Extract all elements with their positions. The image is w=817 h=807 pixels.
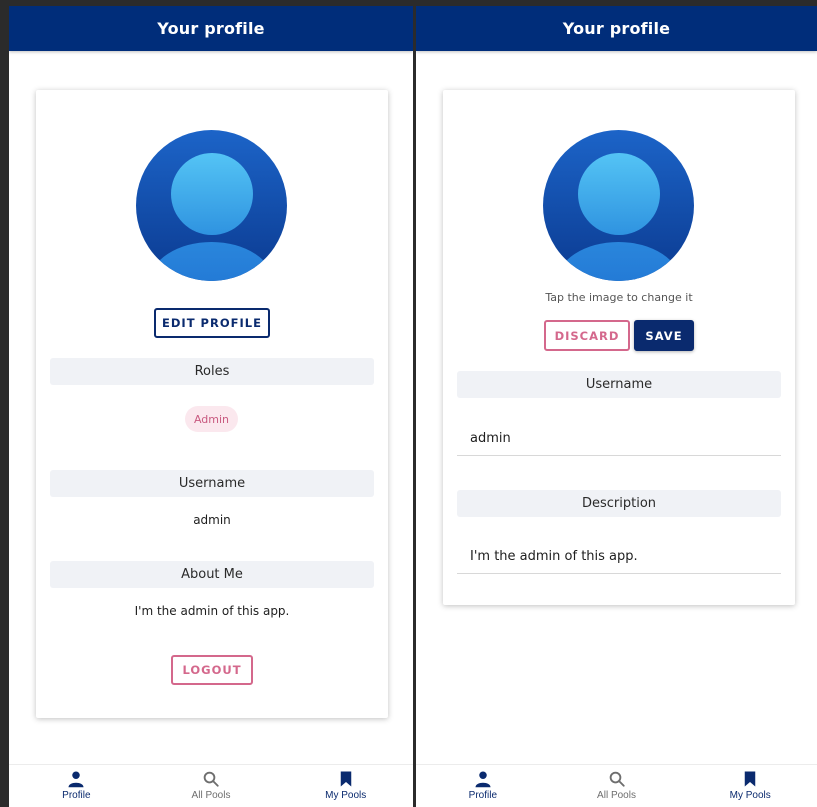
username-value: admin <box>193 513 231 527</box>
profile-card: EDIT PROFILE Roles Admin Username admin … <box>36 90 388 718</box>
avatar <box>136 130 287 281</box>
avatar-head <box>171 153 253 235</box>
app-header: Your profile <box>416 6 817 51</box>
edit-profile-card: Tap the image to change it DISCARD SAVE … <box>443 90 795 605</box>
app-header: Your profile <box>9 6 413 51</box>
nav-item-profile[interactable]: Profile <box>9 765 144 807</box>
username-header: Username <box>50 470 374 497</box>
roles-header: Roles <box>50 358 374 385</box>
search-icon <box>203 771 219 787</box>
nav-item-all-pools[interactable]: All Pools <box>550 765 684 807</box>
avatar-picker[interactable] <box>543 130 694 281</box>
search-icon <box>609 771 625 787</box>
nav-item-all-pools[interactable]: All Pools <box>144 765 279 807</box>
nav-label-my-pools: My Pools <box>729 790 771 801</box>
avatar-hint: Tap the image to change it <box>545 291 693 304</box>
avatar-body <box>150 242 273 281</box>
about-me-value: I'm the admin of this app. <box>134 604 290 618</box>
bookmark-icon <box>744 771 756 787</box>
about-me-header: About Me <box>50 561 374 588</box>
bottom-nav: Profile All Pools My Pools <box>9 764 413 807</box>
bottom-nav: Profile All Pools My Pools <box>416 764 817 807</box>
save-button[interactable]: SAVE <box>634 320 694 351</box>
profile-view-screen: Your profile EDIT PROFILE Roles Admin Us… <box>9 6 413 807</box>
nav-label-all-pools: All Pools <box>191 790 231 801</box>
profile-edit-screen: Your profile Tap the image to change it … <box>416 6 817 807</box>
nav-item-my-pools[interactable]: My Pools <box>278 765 413 807</box>
page-title: Your profile <box>157 19 265 38</box>
nav-item-my-pools[interactable]: My Pools <box>683 765 817 807</box>
avatar-head <box>578 153 660 235</box>
person-icon <box>475 771 491 788</box>
bookmark-icon <box>340 771 351 787</box>
description-header: Description <box>457 490 781 517</box>
page-title: Your profile <box>562 19 671 38</box>
edit-profile-button[interactable]: EDIT PROFILE <box>154 308 270 338</box>
nav-label-profile: Profile <box>62 790 91 801</box>
nav-label-profile: Profile <box>468 790 498 801</box>
nav-label-my-pools: My Pools <box>325 790 367 801</box>
logout-button[interactable]: LOGOUT <box>171 655 253 685</box>
person-icon <box>68 771 84 788</box>
username-input[interactable]: admin <box>457 422 781 456</box>
nav-label-all-pools: All Pools <box>597 790 636 801</box>
role-chip-admin: Admin <box>185 406 238 432</box>
discard-button[interactable]: DISCARD <box>544 320 630 351</box>
description-input[interactable]: I'm the admin of this app. <box>457 540 781 574</box>
avatar-body <box>557 242 680 281</box>
nav-item-profile[interactable]: Profile <box>416 765 550 807</box>
username-header: Username <box>457 371 781 398</box>
